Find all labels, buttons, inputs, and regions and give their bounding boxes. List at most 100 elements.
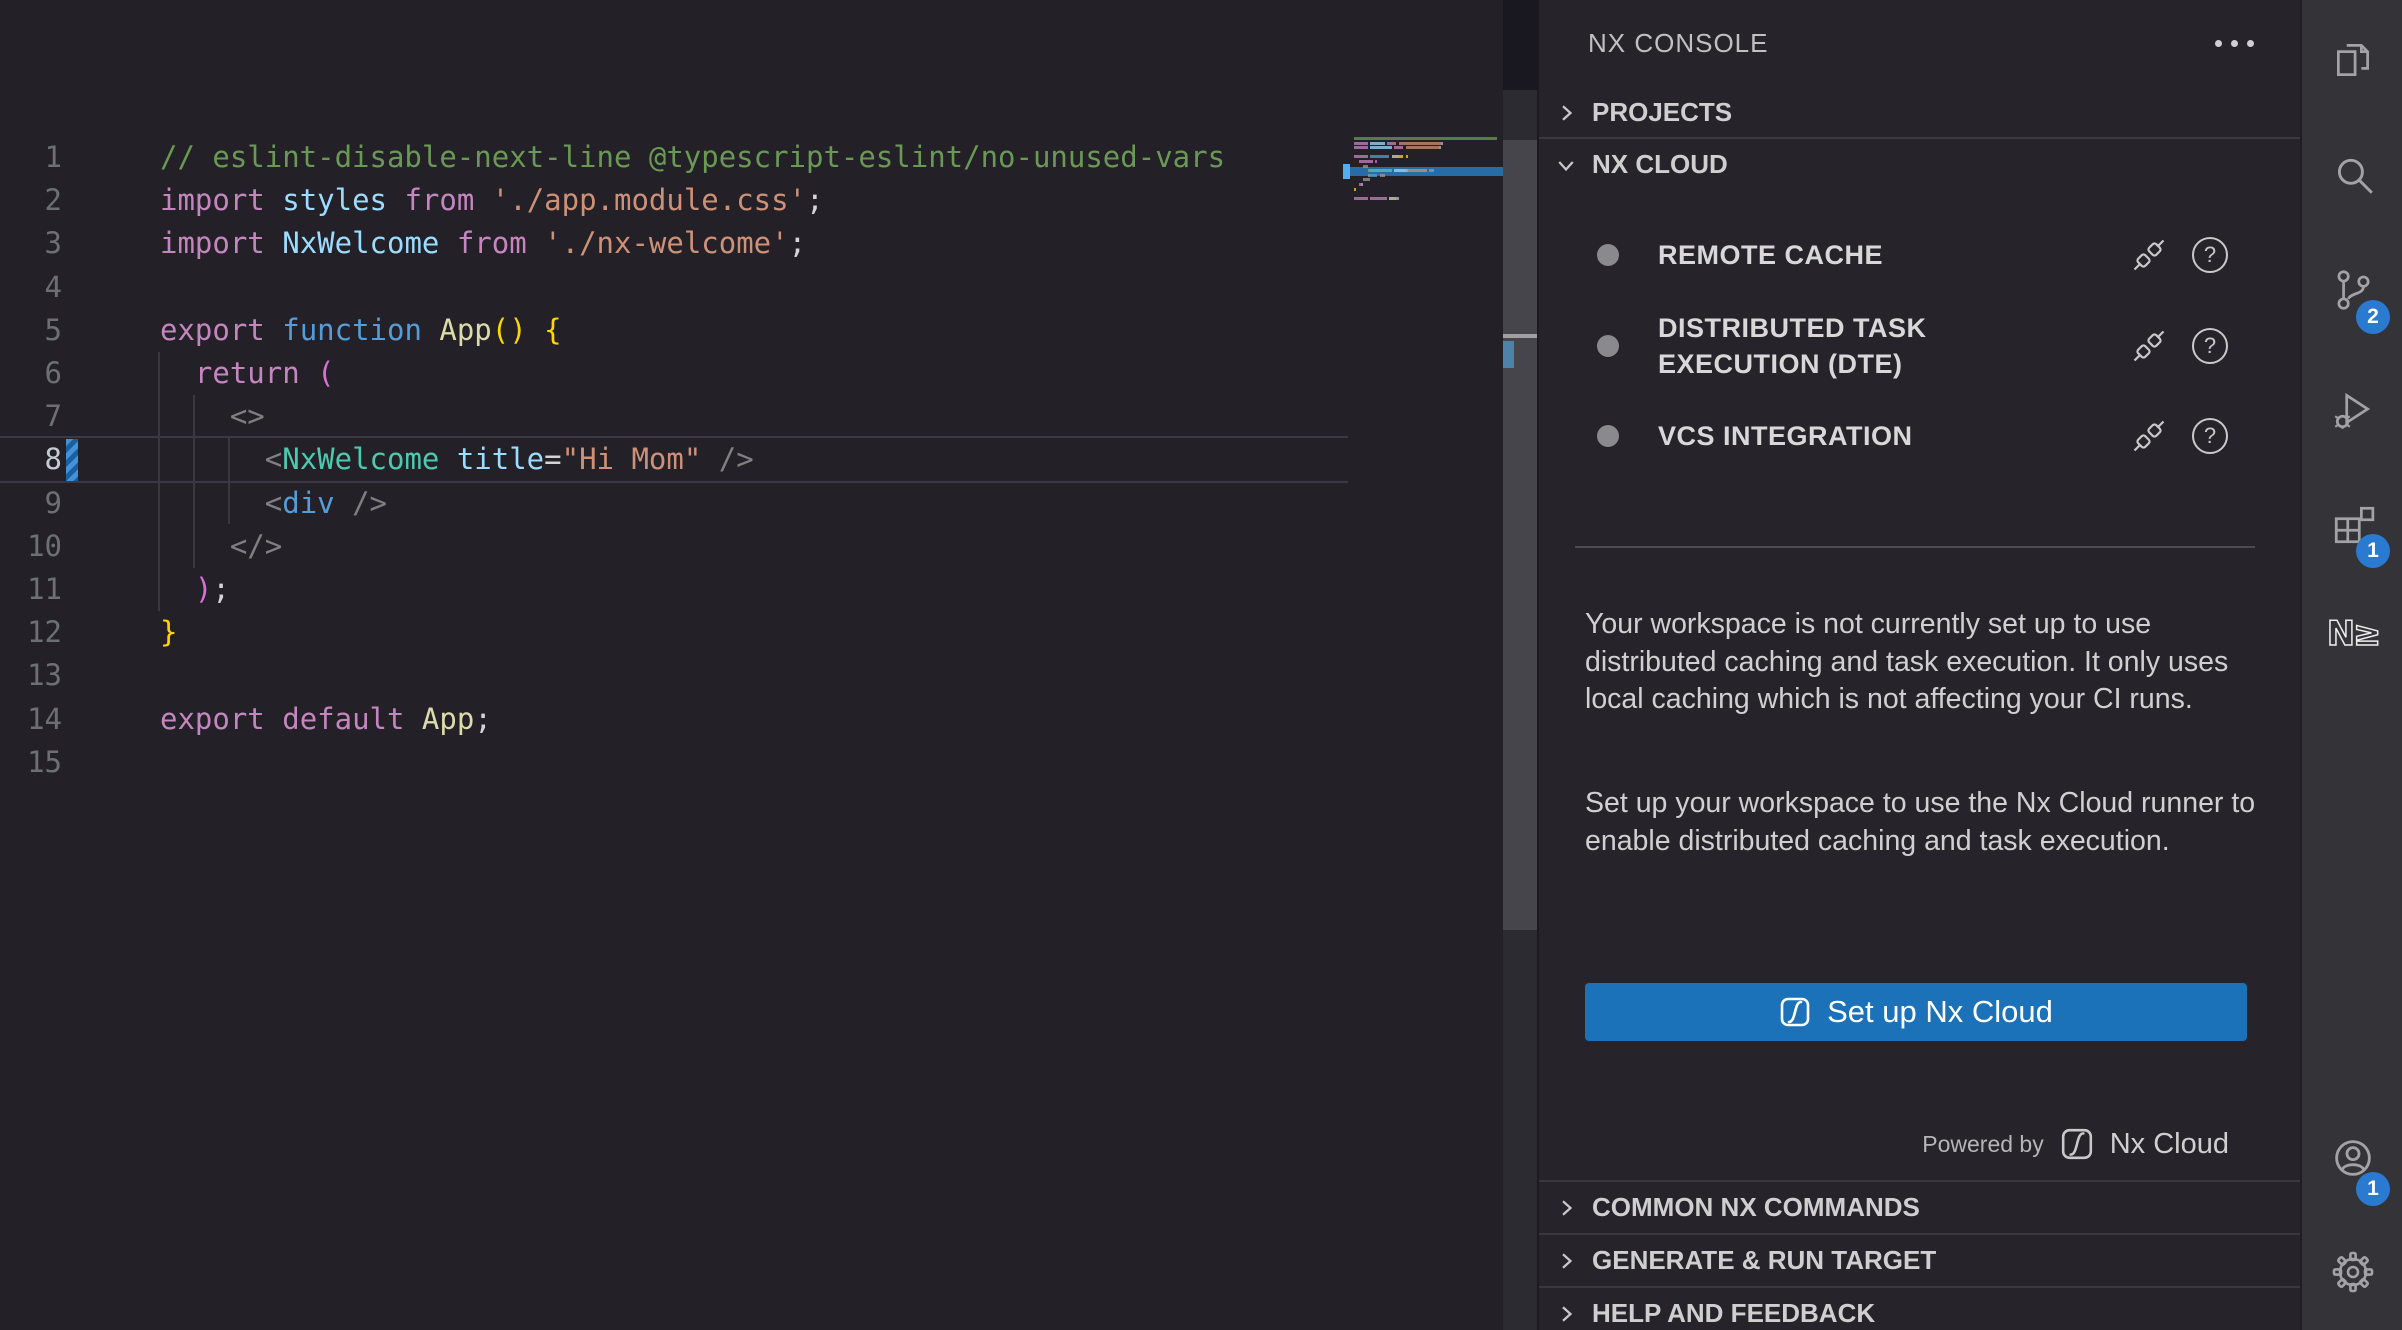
line-number: 1	[0, 136, 62, 179]
chevron-right-icon	[1554, 1249, 1578, 1273]
cloud-item-label: DISTRIBUTED TASK EXECUTION (DTE)	[1658, 310, 2058, 382]
line-number: 6	[0, 352, 62, 395]
status-dot-icon	[1597, 425, 1619, 447]
run-debug-icon[interactable]	[2329, 386, 2377, 434]
minimap-line	[1354, 174, 1385, 178]
minimap-modified-marker	[1343, 164, 1350, 179]
horizontal-rule	[1575, 546, 2255, 548]
cloud-item-dte: DISTRIBUTED TASK EXECUTION (DTE) ?	[1539, 309, 2302, 383]
workspace-status-text: Your workspace is not currently set up t…	[1585, 606, 2257, 719]
vscode-window: TS app.tsx M	[0, 0, 2402, 1330]
nx-console-panel: NX CONSOLE PROJECTS NX CLOUD REMOTE CACH…	[1537, 0, 2300, 1330]
minimap-line	[1354, 178, 1370, 182]
connect-icon[interactable]	[2130, 417, 2168, 455]
connect-icon[interactable]	[2130, 327, 2168, 365]
line-number: 2	[0, 179, 62, 222]
section-label: PROJECTS	[1592, 97, 1732, 128]
scrollbar-decoration	[1503, 341, 1514, 368]
code-line[interactable]: 2import styles from './app.module.css';	[0, 179, 1503, 223]
minimap-line	[1354, 142, 1443, 146]
code-line[interactable]: 15	[0, 741, 1503, 785]
source-control-badge: 2	[2356, 300, 2390, 334]
section-projects[interactable]: PROJECTS	[1539, 88, 2302, 137]
setup-button-label: Set up Nx Cloud	[1827, 994, 2053, 1030]
section-label: NX CLOUD	[1592, 149, 1728, 180]
minimap-line	[1354, 165, 1368, 169]
line-number: 12	[0, 611, 62, 654]
panel-title: NX CONSOLE	[1588, 28, 1769, 59]
search-icon[interactable]	[2329, 152, 2377, 200]
help-icon[interactable]: ?	[2192, 418, 2228, 454]
minimap[interactable]	[1348, 90, 1503, 1330]
line-number: 14	[0, 698, 62, 741]
editor-scrollbar	[1503, 90, 1537, 1330]
cloud-item-label: VCS INTEGRATION	[1658, 418, 2058, 454]
nx-console-icon[interactable]: N≥	[2325, 610, 2381, 658]
explorer-icon[interactable]	[2329, 36, 2377, 84]
line-number: 4	[0, 266, 62, 309]
code-line[interactable]: 11 );	[0, 568, 1503, 612]
minimap-line	[1354, 169, 1434, 173]
line-number: 15	[0, 741, 62, 784]
cloud-item-vcs: VCS INTEGRATION ?	[1539, 411, 2302, 461]
section-nx-cloud[interactable]: NX CLOUD	[1539, 140, 2302, 189]
setup-nx-cloud-button[interactable]: Set up Nx Cloud	[1585, 983, 2247, 1041]
minimap-line	[1354, 160, 1377, 164]
scrollbar-thumb[interactable]	[1503, 140, 1537, 930]
code-line[interactable]: 6 return (	[0, 352, 1503, 396]
help-icon[interactable]: ?	[2192, 237, 2228, 273]
code-line[interactable]: 10 </>	[0, 525, 1503, 569]
line-number: 11	[0, 568, 62, 611]
line-number: 5	[0, 309, 62, 352]
code-line[interactable]: 13	[0, 654, 1503, 698]
minimap-line	[1354, 188, 1356, 192]
line-number: 10	[0, 525, 62, 568]
code-line[interactable]: 1// eslint-disable-next-line @typescript…	[0, 136, 1503, 180]
line-number: 7	[0, 395, 62, 438]
section-help-and-feedback[interactable]: HELP AND FEEDBACK	[1539, 1286, 2302, 1330]
settings-gear-icon[interactable]	[2329, 1248, 2377, 1296]
line-number: 9	[0, 482, 62, 525]
code-line[interactable]: 3import NxWelcome from './nx-welcome';	[0, 222, 1503, 266]
section-label: HELP AND FEEDBACK	[1592, 1298, 1875, 1329]
brand-label: Nx Cloud	[2110, 1128, 2229, 1161]
minimap-line	[1354, 197, 1399, 201]
chevron-right-icon	[1554, 101, 1578, 125]
status-dot-icon	[1597, 335, 1619, 357]
code-line[interactable]: 14export default App;	[0, 698, 1503, 742]
section-common-nx-commands[interactable]: COMMON NX COMMANDS	[1539, 1180, 2302, 1233]
code-line[interactable]: 5export function App() {	[0, 309, 1503, 353]
connect-icon[interactable]	[2130, 236, 2168, 274]
code-line[interactable]: 9 <div />	[0, 482, 1503, 526]
powered-by-label: Powered by	[1922, 1131, 2043, 1158]
line-number: 3	[0, 222, 62, 265]
activity-bar: 2 1 N≥ 1	[2300, 0, 2402, 1330]
more-actions-icon[interactable]	[2215, 30, 2254, 56]
minimap-line	[1354, 183, 1363, 187]
account-badge: 1	[2356, 1172, 2390, 1206]
minimap-line	[1354, 137, 1497, 141]
chevron-down-icon	[1554, 153, 1578, 177]
help-icon[interactable]: ?	[2192, 328, 2228, 364]
status-dot-icon	[1597, 244, 1619, 266]
code-line[interactable]: 12}	[0, 611, 1503, 655]
line-number: 8	[0, 438, 62, 481]
code-editor[interactable]: 1// eslint-disable-next-line @typescript…	[0, 0, 1503, 1330]
nx-cloud-icon	[2060, 1127, 2094, 1161]
modified-line-marker	[66, 439, 78, 481]
minimap-line	[1354, 155, 1408, 159]
section-divider	[1539, 137, 2302, 139]
powered-by: Powered by Nx Cloud	[1922, 1124, 2229, 1164]
extensions-badge: 1	[2356, 534, 2390, 568]
svg-text:N≥: N≥	[2327, 614, 2380, 653]
cloud-item-remote-cache: REMOTE CACHE ?	[1539, 230, 2302, 280]
code-line[interactable]: 4	[0, 266, 1503, 310]
setup-instruction-text: Set up your workspace to use the Nx Clou…	[1585, 785, 2257, 860]
chevron-right-icon	[1554, 1302, 1578, 1326]
chevron-right-icon	[1554, 1196, 1578, 1220]
scrollbar-cursor-marker	[1503, 334, 1537, 338]
minimap-line	[1354, 146, 1441, 150]
code-line[interactable]: 8 <NxWelcome title="Hi Mom" />	[0, 438, 1503, 482]
section-generate-run-target[interactable]: GENERATE & RUN TARGET	[1539, 1233, 2302, 1286]
code-line[interactable]: 7 <>	[0, 395, 1503, 439]
